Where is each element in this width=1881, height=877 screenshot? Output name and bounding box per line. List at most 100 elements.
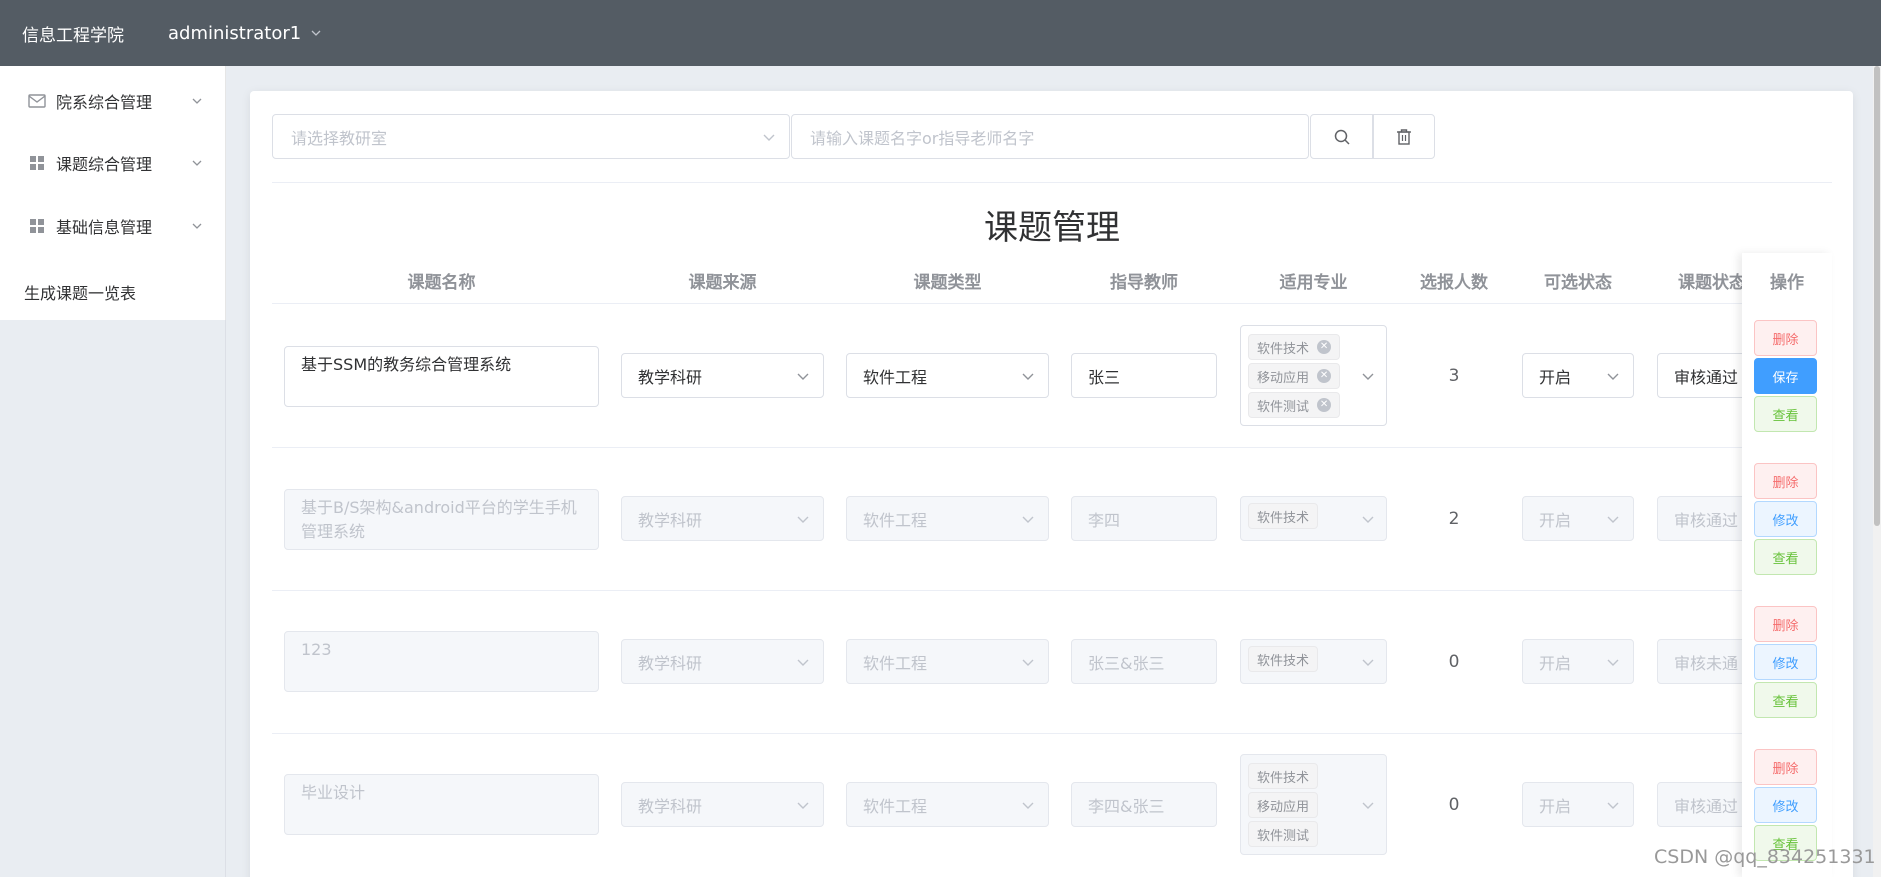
chevron-down-icon: [797, 802, 809, 809]
close-icon[interactable]: ✕: [1317, 398, 1332, 412]
major-tag-label: 软件测试: [1257, 399, 1310, 415]
chevron-down-icon: [1607, 802, 1619, 809]
delete-row-button[interactable]: 删除: [1754, 606, 1817, 642]
chevron-down-icon: [1022, 659, 1034, 666]
source-select[interactable]: 教学科研: [621, 353, 824, 398]
major-tag: 移动应用 ✕: [1248, 363, 1341, 389]
selectable-select[interactable]: 开启: [1522, 353, 1634, 398]
topic-name-field: 毕业设计: [284, 774, 599, 835]
major-tag: 软件测试 ✕: [1248, 392, 1341, 418]
delete-row-button[interactable]: 删除: [1754, 749, 1817, 785]
lab-select[interactable]: 请选择教研室: [272, 114, 790, 159]
major-tag-label: 软件技术: [1257, 510, 1310, 526]
teacher-input: 张三&张三: [1071, 639, 1217, 684]
major-tag-label: 软件技术: [1257, 770, 1310, 786]
chevron-down-icon: [1022, 802, 1034, 809]
source-select: 教学科研: [621, 782, 824, 827]
chevron-down-icon: [1022, 373, 1034, 380]
scrollbar-thumb[interactable]: [1874, 66, 1880, 526]
trash-icon: [1397, 128, 1411, 145]
sidebar-item-topics[interactable]: 课题综合管理: [0, 132, 226, 194]
sidebar-item-label: 院系综合管理: [56, 93, 153, 112]
major-multiselect: 软件技术: [1240, 496, 1387, 541]
major-tag: 软件技术: [1248, 646, 1319, 672]
delete-row-button[interactable]: 删除: [1754, 463, 1817, 499]
close-icon[interactable]: ✕: [1317, 340, 1332, 354]
chevron-down-icon: [1362, 802, 1374, 809]
source-select: 教学科研: [621, 639, 824, 684]
major-tag-label: 移动应用: [1257, 799, 1310, 815]
chevron-down-icon: [192, 98, 202, 104]
top-navbar: 信息工程学院 administrator1: [0, 0, 1881, 66]
major-multiselect[interactable]: 软件技术 ✕ 移动应用 ✕ 软件测试 ✕: [1240, 325, 1387, 426]
selectable-value: 开启: [1539, 367, 1572, 387]
watermark: CSDN @qq_834251331: [1654, 846, 1876, 868]
save-row-button[interactable]: 保存: [1754, 358, 1817, 394]
sidebar-background: [0, 320, 226, 877]
view-row-button[interactable]: 查看: [1754, 682, 1817, 718]
edit-row-button[interactable]: 修改: [1754, 501, 1817, 537]
row-divider: [272, 447, 1832, 448]
selectable-select: 开启: [1522, 639, 1634, 684]
view-row-button[interactable]: 查看: [1754, 539, 1817, 575]
type-select: 软件工程: [846, 496, 1049, 541]
sidebar-item-basic-info[interactable]: 基础信息管理: [0, 195, 226, 257]
column-header-ops: 操作: [1770, 273, 1804, 293]
column-header-source: 课题来源: [688, 273, 757, 293]
search-placeholder: 请输入课题名字or指导老师名字: [810, 128, 1035, 148]
chevron-down-icon: [1362, 516, 1374, 523]
teacher-input: 李四&张三: [1071, 782, 1217, 827]
source-value: 教学科研: [638, 367, 703, 387]
view-row-button[interactable]: 查看: [1754, 396, 1817, 432]
chevron-down-icon: [311, 30, 321, 36]
type-select: 软件工程: [846, 782, 1049, 827]
type-select: 软件工程: [846, 639, 1049, 684]
major-tag-label: 软件测试: [1257, 828, 1310, 844]
mail-icon: [28, 92, 46, 110]
major-tag: 软件测试: [1248, 821, 1319, 847]
delete-button[interactable]: [1373, 114, 1435, 159]
user-menu[interactable]: administrator1: [168, 23, 323, 44]
sidebar-item-topic-list[interactable]: 生成课题一览表: [24, 280, 136, 304]
search-button[interactable]: [1310, 114, 1373, 159]
major-tag-label: 移动应用: [1257, 370, 1310, 386]
major-multiselect: 软件技术 移动应用 软件测试: [1240, 754, 1387, 855]
grid-icon: [28, 217, 46, 235]
sidebar: 院系综合管理 课题综合管理 基础信息管理 生成课题一览表: [0, 66, 226, 320]
close-icon[interactable]: ✕: [1317, 369, 1332, 383]
table-header-line: [272, 303, 1832, 304]
row-divider: [272, 590, 1832, 591]
column-header-teacher: 指导教师: [1110, 273, 1178, 293]
user-name: administrator1: [168, 22, 302, 44]
chevron-down-icon: [192, 223, 202, 229]
edit-row-button[interactable]: 修改: [1754, 644, 1817, 680]
sidebar-item-label: 基础信息管理: [56, 218, 153, 237]
column-header-type: 课题类型: [913, 273, 982, 293]
topic-name-field[interactable]: 基于SSM的教务综合管理系统: [284, 346, 599, 407]
delete-row-button[interactable]: 删除: [1754, 320, 1817, 356]
column-header-count: 选报人数: [1420, 273, 1488, 293]
applicant-count: 3: [1448, 366, 1460, 386]
major-multiselect: 软件技术: [1240, 639, 1387, 684]
chevron-down-icon: [797, 516, 809, 523]
major-tag-label: 软件技术: [1257, 653, 1310, 669]
chevron-down-icon: [1607, 373, 1619, 380]
status-value: 审核通过: [1674, 510, 1739, 530]
type-select[interactable]: 软件工程: [846, 353, 1049, 398]
selectable-value: 开启: [1539, 796, 1572, 816]
teacher-input[interactable]: 张三: [1071, 353, 1217, 398]
edit-row-button[interactable]: 修改: [1754, 787, 1817, 823]
chevron-down-icon: [192, 160, 202, 166]
teacher-input: 李四: [1071, 496, 1217, 541]
type-value: 软件工程: [863, 510, 928, 530]
column-header-selectable: 可选状态: [1544, 273, 1612, 293]
search-input[interactable]: 请输入课题名字or指导老师名字: [791, 114, 1309, 159]
brand-title[interactable]: 信息工程学院: [22, 21, 124, 46]
source-select: 教学科研: [621, 496, 824, 541]
sidebar-item-department[interactable]: 院系综合管理: [0, 70, 226, 132]
status-value: 审核通过: [1674, 796, 1739, 816]
chevron-down-icon: [1607, 659, 1619, 666]
grid-icon: [28, 154, 46, 172]
search-icon: [1334, 129, 1350, 145]
column-header-name: 课题名称: [407, 273, 476, 293]
